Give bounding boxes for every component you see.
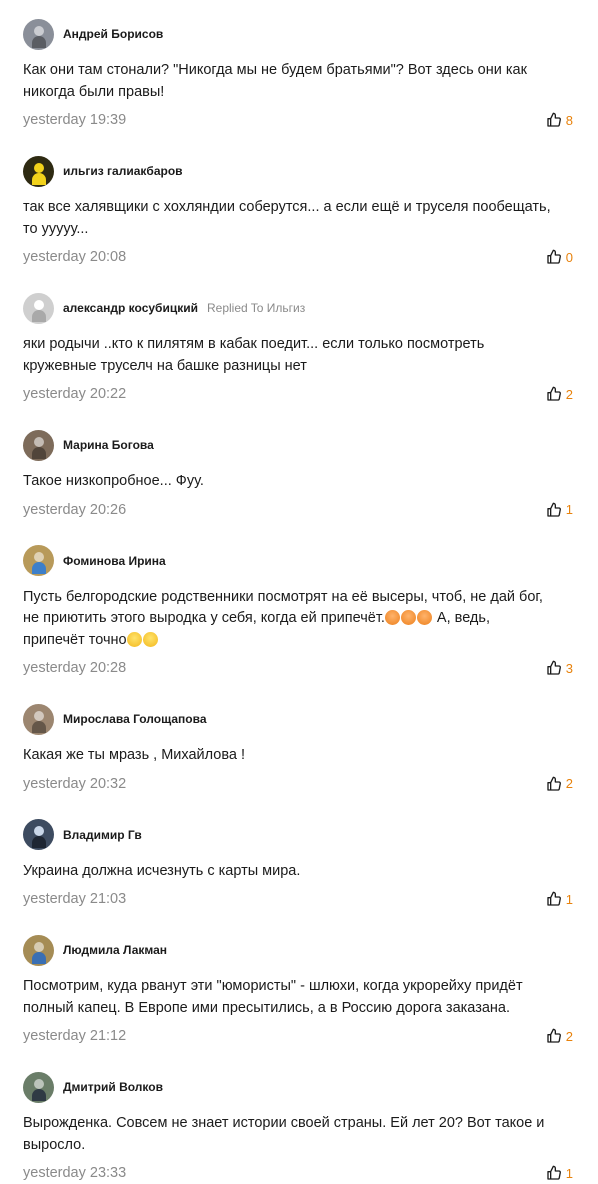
angry-face-icon — [416, 610, 432, 625]
timestamp: yesterday 20:08 — [23, 249, 127, 265]
comment-text: Посмотрим, куда рванут эти "юмористы" - … — [23, 978, 523, 1016]
thumbs-up-icon[interactable] — [546, 249, 562, 265]
like-button[interactable]: 1 — [546, 502, 573, 518]
comment-header: Людмила Лакман — [23, 934, 575, 966]
comment: александр косубицкий Replied To Ильгиз я… — [23, 268, 575, 405]
comment-text: так все халявщики с хохляндии соберутся.… — [23, 199, 551, 237]
avatar[interactable] — [23, 545, 54, 576]
replied-to-label[interactable]: Replied To Ильгиз — [207, 301, 305, 315]
comment: Фоминова Ирина Пусть белгородские родств… — [23, 521, 575, 680]
comment-meta: yesterday 23:33 1 — [23, 1162, 575, 1184]
comment-meta: yesterday 20:08 0 — [23, 246, 575, 268]
smirk-face-icon — [142, 631, 158, 647]
thumbs-up-icon[interactable] — [546, 660, 562, 676]
comment: Владимир Гв Украина должна исчезнуть с к… — [23, 795, 575, 911]
thumbs-up-icon[interactable] — [546, 1028, 562, 1044]
like-button[interactable]: 0 — [546, 249, 573, 265]
timestamp: yesterday 23:33 — [23, 1165, 127, 1181]
like-count: 0 — [565, 249, 573, 265]
comment-text: Пусть белгородские родственники посмотря… — [23, 588, 543, 648]
comment-meta: yesterday 21:12 2 — [23, 1025, 575, 1047]
comment-text: Такое низкопробное... Фуу. — [23, 473, 204, 489]
like-count: 2 — [565, 1028, 573, 1044]
timestamp: yesterday 21:03 — [23, 891, 127, 907]
like-button[interactable]: 2 — [546, 776, 573, 792]
like-button[interactable]: 1 — [546, 1165, 573, 1181]
like-count: 8 — [565, 112, 573, 128]
comment: Дмитрий Волков Вырожденка. Совсем не зна… — [23, 1047, 575, 1184]
author-name[interactable]: Андрей Борисов — [63, 27, 163, 41]
thumbs-up-icon[interactable] — [546, 502, 562, 518]
comment-header: Фоминова Ирина — [23, 545, 575, 577]
comment-text: Как они там стонали? "Никогда мы не буде… — [23, 62, 527, 100]
comment: Андрей Борисов Как они там стонали? "Ник… — [23, 0, 575, 131]
like-count: 1 — [565, 891, 573, 907]
like-button[interactable]: 1 — [546, 891, 573, 907]
comment-meta: yesterday 20:26 1 — [23, 499, 575, 521]
thumbs-up-icon[interactable] — [546, 891, 562, 907]
avatar[interactable] — [23, 703, 54, 735]
comment: Мирослава Голощапова Какая же ты мразь ,… — [23, 679, 575, 795]
like-count: 3 — [565, 660, 573, 676]
like-button[interactable]: 3 — [546, 660, 573, 676]
smirk-face-icon — [126, 631, 142, 647]
timestamp: yesterday 20:26 — [23, 501, 127, 518]
comment-meta: yesterday 20:32 2 — [23, 773, 575, 795]
comment: Людмила Лакман Посмотрим, куда рванут эт… — [23, 910, 575, 1047]
comment-text: Вырожденка. Совсем не знает истории свое… — [23, 1115, 545, 1153]
comment-header: Марина Богова — [23, 429, 575, 461]
comment-header: Дмитрий Волков — [23, 1071, 575, 1103]
comment-text: Украина должна исчезнуть с карты мира. — [23, 862, 301, 879]
avatar[interactable] — [23, 1071, 54, 1103]
comment-header: Андрей Борисов — [23, 18, 575, 50]
thumbs-up-icon[interactable] — [546, 386, 562, 402]
author-name[interactable]: ильгиз галиакбаров — [63, 164, 183, 178]
author-name[interactable]: александр косубицкий — [63, 301, 198, 315]
angry-face-icon — [384, 610, 400, 625]
comment-feed: Андрей Борисов Как они там стонали? "Ник… — [0, 0, 575, 1184]
like-count: 1 — [565, 502, 573, 517]
comment-header: александр косубицкий Replied To Ильгиз — [23, 292, 575, 324]
author-name[interactable]: Мирослава Голощапова — [63, 712, 207, 726]
comment-header: Владимир Гв — [23, 819, 575, 851]
thumbs-up-icon[interactable] — [546, 112, 562, 128]
timestamp: yesterday 20:22 — [23, 386, 127, 402]
timestamp: yesterday 20:32 — [23, 775, 127, 792]
like-count: 2 — [565, 386, 573, 402]
avatar[interactable] — [23, 18, 54, 50]
avatar[interactable] — [23, 819, 54, 850]
comment-meta: yesterday 21:03 1 — [23, 888, 575, 910]
comment-meta: yesterday 19:39 8 — [23, 109, 575, 131]
thumbs-up-icon[interactable] — [546, 1165, 562, 1181]
author-name[interactable]: Марина Богова — [63, 438, 154, 452]
comment: ильгиз галиакбаров так все халявщики с х… — [23, 131, 575, 268]
timestamp: yesterday 20:28 — [23, 660, 127, 676]
avatar[interactable] — [23, 429, 54, 461]
comment-header: Мирослава Голощапова — [23, 703, 575, 735]
author-name[interactable]: Людмила Лакман — [63, 943, 167, 957]
thumbs-up-icon[interactable] — [546, 776, 562, 792]
comment-text: Какая же ты мразь , Михайлова ! — [23, 747, 246, 763]
comment-meta: yesterday 20:22 2 — [23, 383, 575, 405]
like-button[interactable]: 2 — [546, 386, 573, 402]
comment-meta: yesterday 20:28 3 — [23, 657, 575, 679]
angry-face-icon — [400, 610, 416, 625]
like-button[interactable]: 8 — [546, 112, 573, 128]
like-count: 2 — [565, 776, 573, 791]
avatar[interactable] — [23, 155, 54, 187]
author-name[interactable]: Фоминова Ирина — [63, 554, 166, 568]
comment-header: ильгиз галиакбаров — [23, 155, 575, 187]
timestamp: yesterday 21:12 — [23, 1028, 127, 1044]
comment-text: яки родычи ..кто к пилятям в кабак поеди… — [23, 336, 485, 374]
comment: Марина Богова Такое низкопробное... Фуу.… — [23, 405, 575, 521]
like-count: 1 — [565, 1165, 573, 1181]
timestamp: yesterday 19:39 — [23, 112, 127, 128]
like-button[interactable]: 2 — [546, 1028, 573, 1044]
avatar[interactable] — [23, 292, 54, 324]
author-name[interactable]: Владимир Гв — [63, 828, 142, 842]
author-name[interactable]: Дмитрий Волков — [63, 1080, 163, 1094]
avatar[interactable] — [23, 934, 54, 966]
